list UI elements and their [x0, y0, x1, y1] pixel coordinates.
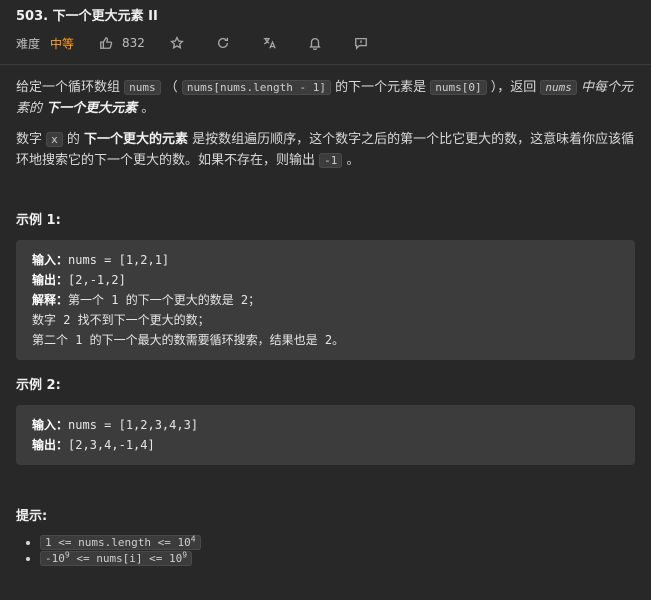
like-button[interactable]: 832 [98, 35, 145, 51]
divider [0, 64, 651, 65]
constraint-text: 1 <= nums.length <= 10 [45, 535, 191, 549]
text: （ [160, 80, 182, 95]
example-line: 数字 2 找不到下一个更大的数； [32, 313, 210, 327]
text: ），返回 [486, 80, 541, 95]
input-value: nums = [1,2,1] [68, 253, 170, 267]
input-value: nums = [1,2,3,4,3] [68, 418, 199, 432]
inline-code: nums [124, 80, 161, 95]
example-line: 输出：[2,-1,2] [32, 270, 619, 290]
output-label: 输出： [32, 438, 69, 452]
inline-code: -1 [319, 153, 343, 168]
notification-button[interactable] [307, 35, 323, 51]
description-paragraph-2: 数字 x 的 下一个更大的元素 是按数组遍历顺序，这个数字之后的第一个比它更大的… [16, 129, 635, 171]
inline-code: nums[nums.length - 1] [181, 80, 331, 95]
example-1-box: 输入：nums = [1,2,1] 输出：[2,-1,2] 解释：第一个 1 的… [16, 240, 635, 360]
output-label: 输出： [32, 273, 69, 287]
example-2-box: 输入：nums = [1,2,3,4,3] 输出：[2,3,4,-1,4] [16, 405, 635, 465]
inline-code: -109 <= nums[i] <= 109 [40, 550, 193, 567]
refresh-button[interactable] [215, 35, 231, 51]
explain-label: 解释： [32, 293, 69, 307]
problem-title: 503. 下一个更大元素 II [16, 9, 158, 24]
output-value: [2,3,4,-1,4] [68, 438, 155, 452]
description-paragraph-1: 给定一个循环数组 nums （ nums[nums.length - 1] 的下… [16, 77, 635, 119]
inline-code: x [46, 132, 63, 147]
superscript: 9 [182, 550, 188, 560]
constraint-item: 1 <= nums.length <= 104 [40, 534, 635, 550]
feedback-icon [355, 37, 367, 50]
feedback-button[interactable] [353, 35, 369, 51]
example-line: 输入：nums = [1,2,3,4,3] [32, 415, 619, 435]
text: 。 [137, 101, 155, 116]
example-line: 输出：[2,3,4,-1,4] [32, 435, 619, 455]
text: 数字 [16, 132, 47, 147]
bold-text: 下一个更大的元素 [84, 132, 189, 147]
constraint-item: -109 <= nums[i] <= 109 [40, 550, 635, 567]
input-label: 输入： [32, 418, 69, 432]
constraint-text: <= nums[i] <= 10 [69, 552, 183, 566]
inline-code: 1 <= nums.length <= 104 [40, 534, 201, 550]
example-line: 解释：第一个 1 的下一个更大的数是 2； [32, 290, 619, 310]
constraints-list: 1 <= nums.length <= 104 -10 9 <= nums[i] … [16, 534, 635, 567]
favorite-button[interactable] [169, 35, 185, 51]
explain-text: 第一个 1 的下一个更大的数是 2； [68, 293, 261, 307]
constraint-text: -10 [45, 552, 65, 566]
text: 的 [62, 132, 85, 147]
text: 。 [342, 153, 360, 168]
difficulty-label: 难度 [16, 36, 41, 51]
inline-code: nums[0] [430, 80, 487, 95]
thumbs-up-icon [98, 35, 114, 51]
inline-code: nums [540, 80, 577, 95]
output-value: [2,-1,2] [68, 273, 126, 287]
problem-page: 503. 下一个更大元素 II 难度 中等 832 给定一个循环数组 nums … [0, 0, 651, 567]
input-label: 输入： [32, 253, 69, 267]
text: 的下一个元素是 [330, 80, 431, 95]
star-icon [170, 36, 184, 50]
problem-description: 给定一个循环数组 nums （ nums[nums.length - 1] 的下… [16, 77, 635, 171]
problem-meta-bar: 难度 中等 832 [16, 32, 635, 54]
example-line: 第二个 1 的下一个最大的数需要循环搜索，结果也是 2。 [32, 333, 345, 347]
example-2-title: 示例 2: [16, 378, 61, 393]
example-1-title: 示例 1: [16, 213, 61, 228]
bold-text: 下一个更大元素 [46, 101, 138, 116]
translate-button[interactable] [261, 35, 277, 51]
constraints-title: 提示: [16, 509, 48, 524]
difficulty-badge: 中等 [50, 36, 75, 51]
bell-icon [309, 37, 321, 50]
like-count: 832 [122, 36, 145, 50]
text: 给定一个循环数组 [16, 80, 125, 95]
example-line: 输入：nums = [1,2,1] [32, 250, 619, 270]
superscript: 4 [190, 534, 196, 543]
refresh-icon [217, 37, 228, 48]
translate-icon [263, 37, 276, 49]
